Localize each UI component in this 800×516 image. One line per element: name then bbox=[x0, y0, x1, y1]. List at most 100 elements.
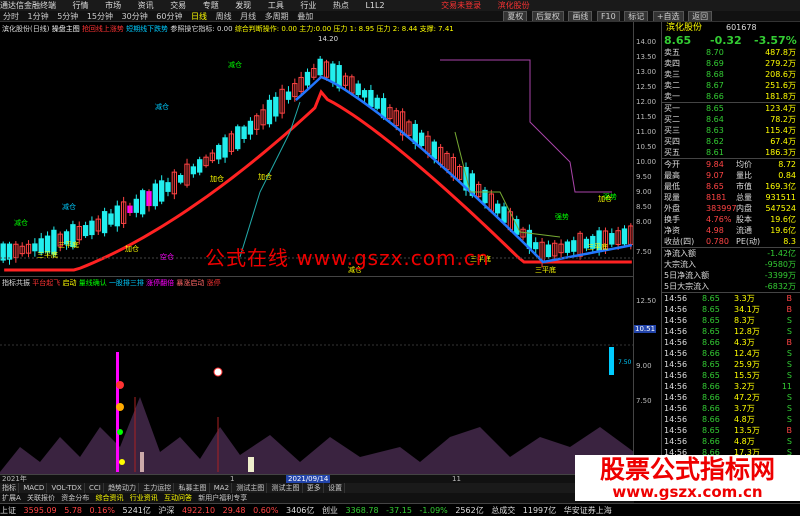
stat-value: 8.3 bbox=[783, 237, 796, 246]
menu-item[interactable]: 行业 bbox=[300, 0, 316, 11]
toolbar-button[interactable]: +自选 bbox=[652, 11, 684, 21]
tick-time: 14:56 bbox=[664, 327, 688, 336]
tick-row: 14:56 8.65 8.3万 S bbox=[662, 315, 800, 326]
menu-item[interactable]: 专题 bbox=[203, 0, 219, 11]
news-ticker[interactable]: 华安证券上海 bbox=[564, 504, 612, 516]
indicator-tab[interactable]: 测试主图 bbox=[234, 483, 268, 493]
tick-side: B bbox=[786, 338, 793, 347]
tick-price: 8.65 bbox=[702, 316, 720, 325]
tick-volume: 8.3万 bbox=[734, 316, 755, 325]
trade-notice[interactable]: 交易未登录 bbox=[441, 0, 481, 11]
tick-list[interactable]: 14:56 8.65 3.3万 B 14:56 8.65 34.1万 B 14:56 8.65 8.… bbox=[662, 293, 800, 474]
quote-stats: 今开 9.84 均价 8.72 最高 9.07 量比 0.84 最低 8.65 市值 169.3亿 现量… bbox=[662, 159, 800, 247]
indicator-tab[interactable]: 指标 bbox=[0, 483, 19, 493]
menu-item[interactable]: 资讯 bbox=[138, 0, 154, 11]
tick-time: 14:56 bbox=[664, 371, 688, 380]
toolbar-button[interactable]: 标记 bbox=[624, 11, 649, 21]
period-tab[interactable]: 周线 bbox=[213, 11, 235, 21]
indicator-tab[interactable]: VOL-TDX bbox=[49, 483, 85, 493]
period-tab[interactable]: 多周期 bbox=[262, 11, 292, 21]
tick-row: 14:56 8.66 3.2万 11 bbox=[662, 381, 800, 392]
indicator-tab[interactable]: MA2 bbox=[212, 483, 233, 493]
period-tab[interactable]: 叠加 bbox=[294, 11, 316, 21]
indicator-tab[interactable]: 主力运控 bbox=[141, 483, 175, 493]
sub-chart-svg[interactable] bbox=[0, 277, 634, 474]
index-label[interactable]: 沪深 bbox=[158, 504, 174, 516]
toolbar-button[interactable]: 画线 bbox=[568, 11, 593, 21]
bid-row: 买二 8.64 78.2万 bbox=[662, 114, 800, 125]
tick-row: 14:56 8.66 4.8万 S bbox=[662, 436, 800, 447]
index-label[interactable]: 创业 bbox=[322, 504, 338, 516]
period-tab[interactable]: 1分钟 bbox=[25, 11, 52, 21]
ask-volume: 208.6万 bbox=[765, 70, 796, 79]
extension-tab[interactable]: 资金分布 bbox=[59, 493, 91, 503]
extension-tab[interactable]: 综合资讯 bbox=[94, 493, 126, 503]
flow-value: -1.42亿 bbox=[767, 249, 796, 258]
quote-price-row: 8.65 -0.32 -3.57% bbox=[662, 34, 800, 47]
ask-volume: 279.2万 bbox=[765, 59, 796, 68]
extension-tab[interactable]: 行业资讯 bbox=[128, 493, 160, 503]
toolbar-button[interactable]: 后复权 bbox=[531, 11, 564, 21]
tick-volume: 3.2万 bbox=[734, 382, 755, 391]
menu-item[interactable]: 市场 bbox=[105, 0, 121, 11]
sub-chart[interactable]: 指标共振 平台起飞 启动 量线确认 一股排三排 涨停翻倍 暴涨启动 涨停 7.5… bbox=[0, 276, 634, 474]
bid-volume: 123.4万 bbox=[765, 104, 796, 113]
axis-tick: 9.00 bbox=[636, 188, 652, 196]
menu-item[interactable]: 发现 bbox=[235, 0, 251, 11]
indicator-tab[interactable]: 趋势动力 bbox=[106, 483, 140, 493]
toolbar-button[interactable]: 夏权 bbox=[503, 11, 528, 21]
indicator-tab[interactable]: 私募主图 bbox=[177, 483, 210, 493]
menu-item[interactable]: 工具 bbox=[268, 0, 284, 11]
axis-tick: 12.50 bbox=[636, 83, 657, 91]
signal-dot bbox=[213, 367, 223, 377]
tick-time: 14:56 bbox=[664, 437, 688, 446]
signal-mark: 减仓 bbox=[228, 61, 242, 69]
period-tab[interactable]: 15分钟 bbox=[84, 11, 116, 21]
period-tab[interactable]: 30分钟 bbox=[119, 11, 151, 21]
tick-volume: 12.4万 bbox=[734, 349, 760, 358]
extension-tab[interactable]: 关联报价 bbox=[25, 493, 57, 503]
tick-price: 8.66 bbox=[702, 415, 720, 424]
toolbar-button[interactable]: 返回 bbox=[688, 11, 713, 21]
period-tab[interactable]: 月线 bbox=[237, 11, 259, 21]
indicator-tab[interactable]: 设置 bbox=[326, 483, 345, 493]
candlestick-svg[interactable] bbox=[0, 22, 634, 276]
quote-price: 8.65 bbox=[664, 34, 692, 47]
indicator-tab[interactable]: 测试主图 bbox=[270, 483, 303, 493]
main-chart[interactable]: 滨化股份(日线) 操盘主图 抢回线上涨势 短期线下跌势 参照操它指标: 0.00… bbox=[0, 22, 634, 276]
bid-label: 买一 bbox=[664, 104, 680, 113]
ask-label: 卖五 bbox=[664, 48, 680, 57]
period-tab[interactable]: 60分钟 bbox=[153, 11, 185, 21]
signal-mark: 加仓 bbox=[210, 175, 224, 183]
menu-item[interactable]: 交易 bbox=[170, 0, 186, 11]
axis-tick: 8.00 bbox=[636, 218, 652, 226]
toolbar-button[interactable]: F10 bbox=[596, 11, 620, 21]
menu-item[interactable]: L1L2 bbox=[365, 0, 384, 11]
bid-label: 买四 bbox=[664, 137, 680, 146]
tick-volume: 12.8万 bbox=[734, 327, 760, 336]
tick-side: S bbox=[786, 327, 792, 336]
indicator-tab[interactable]: MACD bbox=[21, 483, 48, 493]
menu-item[interactable]: 行情 bbox=[73, 0, 89, 11]
period-tab[interactable]: 5分钟 bbox=[54, 11, 81, 21]
extension-tab[interactable]: 新用户福利专享 bbox=[196, 493, 249, 503]
signal-bar bbox=[609, 347, 614, 375]
tick-row: 14:56 8.65 12.8万 S bbox=[662, 326, 800, 337]
indicator-tab[interactable]: 更多 bbox=[305, 483, 324, 493]
period-tab[interactable]: 分时 bbox=[0, 11, 22, 21]
stat-label: 股本 bbox=[736, 215, 752, 224]
stat-value: 8.65 bbox=[706, 182, 724, 191]
tick-side: S bbox=[786, 393, 792, 402]
indicator-tab[interactable]: CCI bbox=[87, 483, 104, 493]
tick-time: 14:56 bbox=[664, 294, 688, 303]
tick-side: B bbox=[786, 426, 793, 435]
extension-tab[interactable]: 扩展A bbox=[0, 493, 23, 503]
index-amount: 5241亿 bbox=[122, 506, 151, 515]
period-tab-active[interactable]: 日线 bbox=[188, 11, 210, 21]
extension-tab[interactable]: 互动问答 bbox=[162, 493, 194, 503]
menu-item[interactable]: 热点 bbox=[333, 0, 349, 11]
index-label[interactable]: 上证 bbox=[0, 504, 16, 516]
quote-change: -0.32 bbox=[710, 34, 742, 47]
tick-side: 11 bbox=[781, 382, 792, 391]
index-pct: 0.16% bbox=[89, 506, 115, 515]
